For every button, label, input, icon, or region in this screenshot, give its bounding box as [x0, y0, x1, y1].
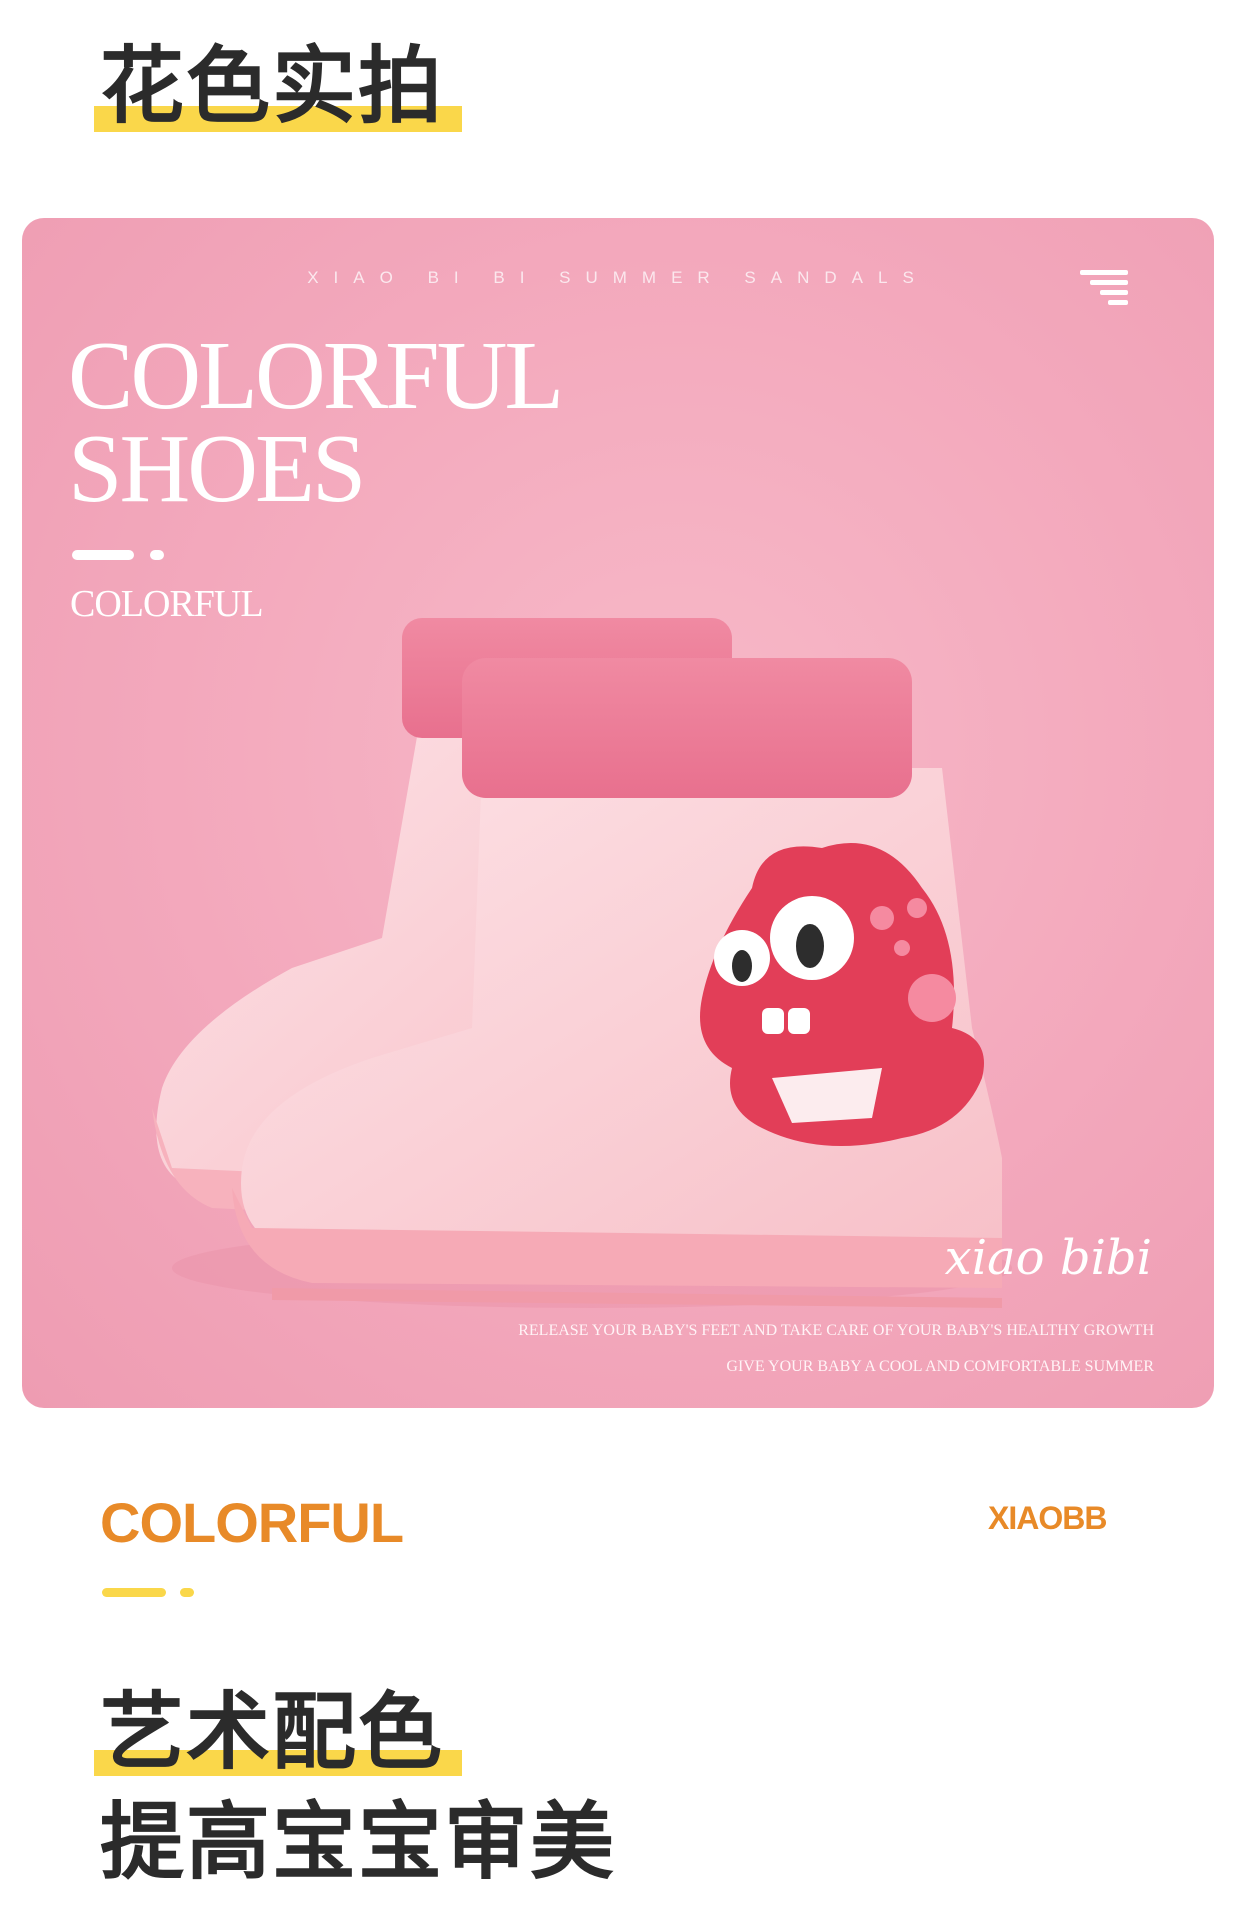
yellow-dash-dot — [180, 1588, 194, 1597]
hero-tagline: XIAO BI BI SUMMER SANDALS — [307, 268, 929, 287]
heading-line-2: 提高宝宝审美 — [100, 1793, 617, 1891]
section-heading-3: 提高宝宝审美 — [100, 1800, 616, 1884]
white-dash-long — [72, 550, 134, 560]
section-heading-2: 艺术配色 — [94, 1683, 462, 1781]
colorful-label: COLORFUL — [100, 1491, 404, 1554]
release-line-2: GIVE YOUR BABY A COOL AND COMFORTABLE SU… — [726, 1358, 1154, 1375]
section-heading-1: 花色实拍 — [94, 37, 462, 135]
yellow-dash-long — [102, 1588, 166, 1597]
hero-title-line1: COLORFUL — [68, 322, 564, 430]
release-text: RELEASE YOUR BABY'S FEET AND TAKE CARE O… — [518, 1313, 1154, 1385]
menu-lines-icon — [1070, 270, 1128, 306]
release-line-1: RELEASE YOUR BABY'S FEET AND TAKE CARE O… — [518, 1322, 1154, 1339]
brand-label: XIAOBB — [988, 1500, 1107, 1536]
heading-line-1: 艺术配色 — [100, 1683, 445, 1781]
product-hero-image: XIAO BI BI SUMMER SANDALS COLORFUL SHOES… — [22, 218, 1214, 1408]
rain-boots-illustration — [152, 618, 1012, 1308]
heading-text: 花色实拍 — [100, 37, 445, 135]
brand-script: xiao bibi — [944, 1230, 1152, 1286]
